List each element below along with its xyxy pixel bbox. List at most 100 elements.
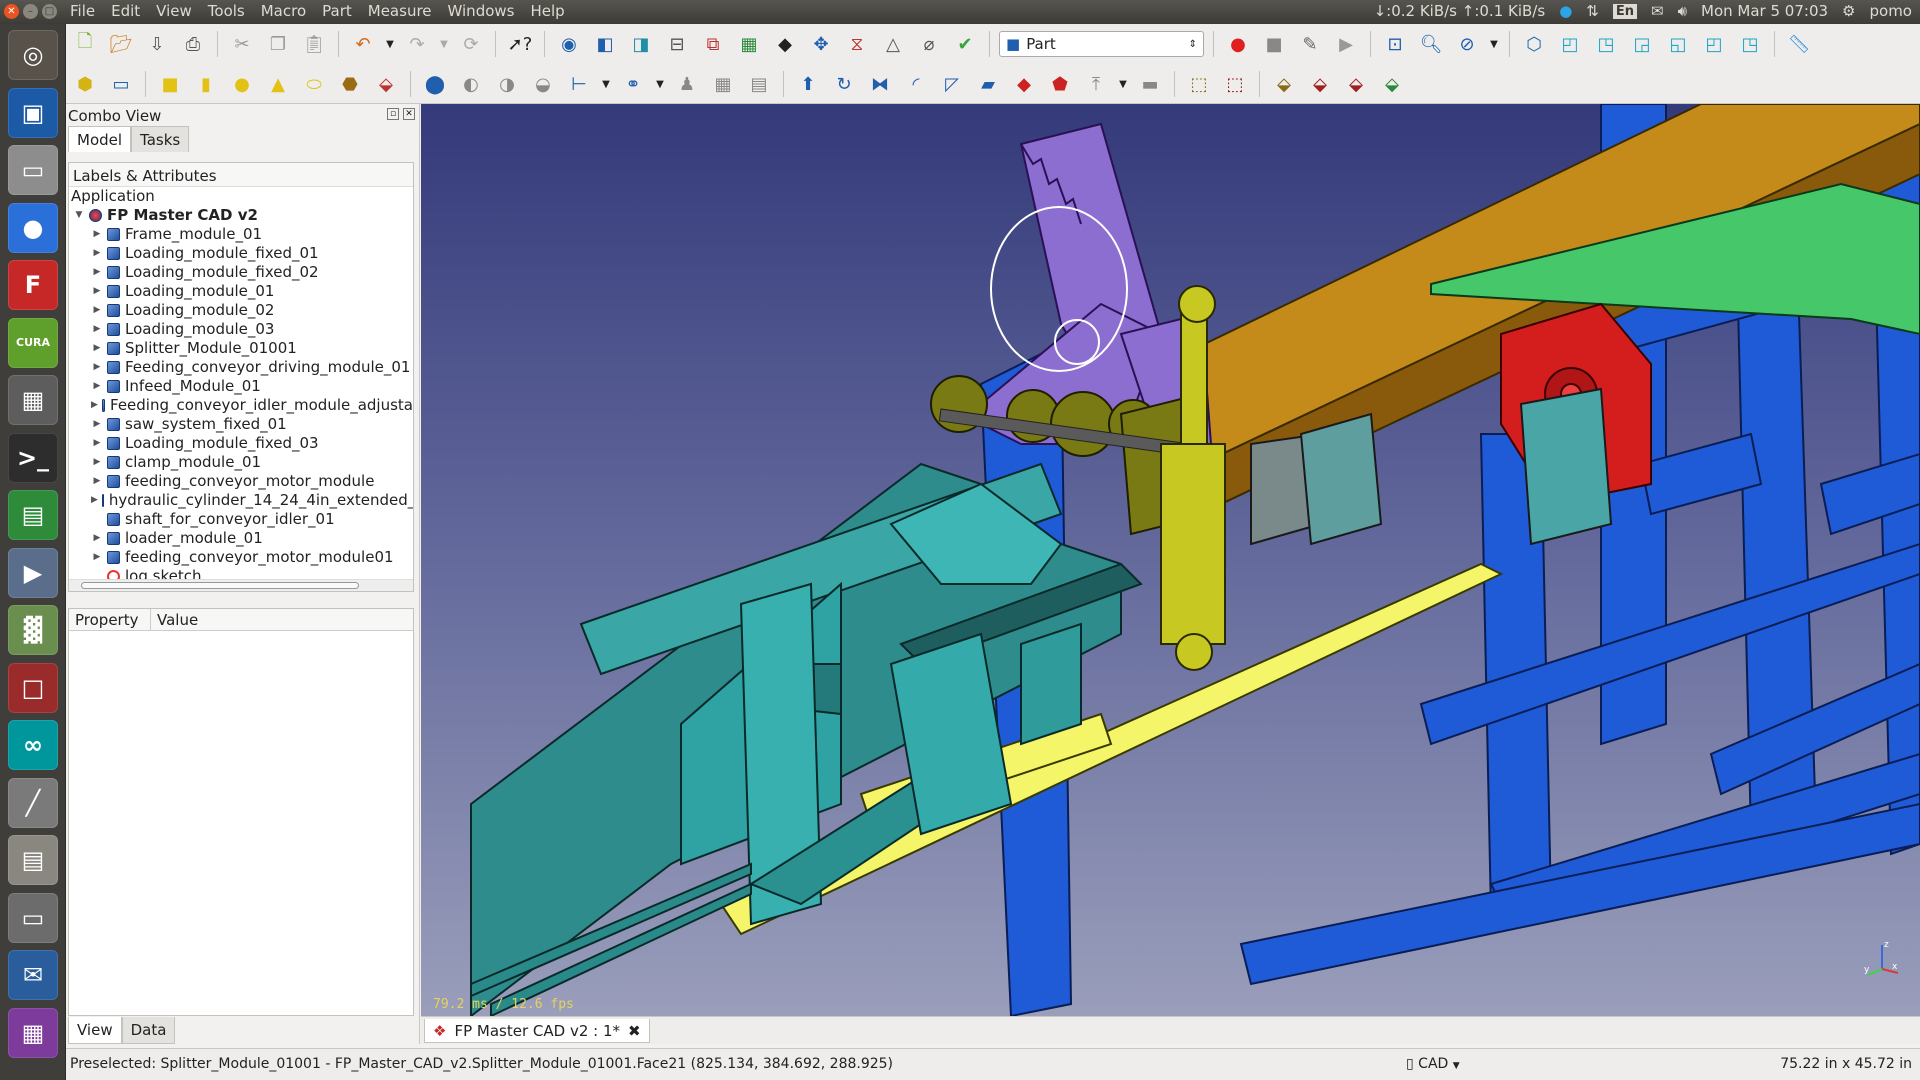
check-icon[interactable]: ✔ <box>950 29 980 59</box>
print-icon[interactable]: ⎙ <box>178 29 208 59</box>
launcher-media[interactable]: ▶ <box>8 547 58 598</box>
chevron-down-icon[interactable]: ▼ <box>1488 29 1500 59</box>
texture-icon[interactable]: ◆ <box>770 29 800 59</box>
box-icon[interactable]: ■ <box>155 69 185 99</box>
whats-this-icon[interactable]: ➚? <box>505 29 535 59</box>
measure-refresh-icon[interactable]: ⬙ <box>1341 69 1371 99</box>
close-icon[interactable]: ✖ <box>628 1022 641 1040</box>
tree-item[interactable]: ▶ feeding_conveyor_motor_module01 <box>69 548 413 567</box>
3d-viewport[interactable]: 79.2 ms / 12.6 fps z x y <box>421 104 1920 1016</box>
chevron-right-icon[interactable]: ▶ <box>91 377 103 396</box>
chevron-right-icon[interactable]: ▶ <box>91 225 103 244</box>
rear-view-icon[interactable]: ◱ <box>1663 29 1693 59</box>
launcher-arduino[interactable]: ∞ <box>8 720 58 770</box>
launcher-disk[interactable]: ▭ <box>8 145 58 195</box>
maximize-window-button[interactable]: □ <box>42 4 57 19</box>
chevron-right-icon[interactable]: ▶ <box>91 434 103 453</box>
link-icon[interactable]: ⌀ <box>914 29 944 59</box>
workbench-selector[interactable]: ■ Part ⇕ <box>999 31 1204 57</box>
chevron-right-icon[interactable]: ▶ <box>91 339 103 358</box>
tree-item[interactable]: ▶ Feeding_conveyor_driving_module_01 <box>69 358 413 377</box>
right-view-icon[interactable]: ◲ <box>1627 29 1657 59</box>
bottom-view-icon[interactable]: ◰ <box>1699 29 1729 59</box>
tree-item[interactable]: ▶ Feeding_conveyor_idler_module_adjusta <box>69 396 413 415</box>
chevron-right-icon[interactable]: ▶ <box>91 244 103 263</box>
measure-angular-icon[interactable]: ⬙ <box>1305 69 1335 99</box>
sync-view-icon[interactable]: ◨ <box>626 29 656 59</box>
redo-icon[interactable]: ↷ <box>402 29 432 59</box>
open-icon[interactable]: 📂︎ <box>106 29 136 59</box>
close-icon[interactable]: ✕ <box>403 108 415 120</box>
measure-icon[interactable]: △ <box>878 29 908 59</box>
menu-measure[interactable]: Measure <box>368 2 432 20</box>
launcher-calculator[interactable]: ▦ <box>8 375 58 425</box>
cone-icon[interactable]: ▲ <box>263 69 293 99</box>
chevron-down-icon[interactable]: ▼ <box>600 69 612 99</box>
skype-icon[interactable]: ● <box>1559 2 1572 20</box>
refresh-icon[interactable]: ⟳ <box>456 29 486 59</box>
projection-icon[interactable]: ⬚ <box>1184 69 1214 99</box>
launcher-image-viewer[interactable]: ▣ <box>8 87 58 138</box>
cut-icon[interactable]: ✂ <box>227 29 257 59</box>
cylinder-icon[interactable]: ▮ <box>191 69 221 99</box>
view-fit-icon[interactable]: ◉ <box>554 29 584 59</box>
tree-item[interactable]: ▶ Loading_module_01 <box>69 282 413 301</box>
fillet-icon[interactable]: ◜ <box>901 69 931 99</box>
chevron-right-icon[interactable]: ▶ <box>91 491 98 510</box>
chevron-right-icon[interactable]: ▶ <box>91 282 103 301</box>
tree-item[interactable]: ▶ Infeed_Module_01 <box>69 377 413 396</box>
tree-item[interactable]: ▶ Loading_module_02 <box>69 301 413 320</box>
document-tab[interactable]: ❖ FP Master CAD v2 : 1* ✖ <box>424 1019 650 1043</box>
make-face-icon[interactable]: ▰ <box>973 69 1003 99</box>
chevron-down-icon[interactable]: ▼ <box>654 69 666 99</box>
launcher-terminal[interactable]: >_ <box>8 432 58 483</box>
tree-item[interactable]: ▶ Frame_module_01 <box>69 225 413 244</box>
run-macro-icon[interactable]: ▶ <box>1331 29 1361 59</box>
transform-icon[interactable]: ⧖ <box>842 29 872 59</box>
shape-builder-icon[interactable]: ⬣ <box>335 69 365 99</box>
ruled-surface-icon[interactable]: ◆ <box>1009 69 1039 99</box>
tree-item[interactable]: ▶ Loading_module_fixed_01 <box>69 244 413 263</box>
grid-icon[interactable]: ▦ <box>734 29 764 59</box>
draw-style-icon[interactable]: ⊘ <box>1452 29 1482 59</box>
mail-icon[interactable]: ✉ <box>1651 2 1664 20</box>
launcher-scanner[interactable]: ▭ <box>8 892 58 943</box>
front-view-icon[interactable]: ◰ <box>1555 29 1585 59</box>
join-icon[interactable]: ⊢ <box>564 69 594 99</box>
loft-icon[interactable]: ⬟ <box>1045 69 1075 99</box>
stop-macro-icon[interactable]: ■ <box>1259 29 1289 59</box>
cad-model-render[interactable] <box>421 104 1920 1016</box>
check-geometry-icon[interactable]: ▦ <box>708 69 738 99</box>
tree-item[interactable]: ▶ Loading_module_fixed_03 <box>69 434 413 453</box>
new-document-icon[interactable]: 🗋 <box>70 29 100 59</box>
sweep-icon[interactable]: ⤒ <box>1081 69 1111 99</box>
tree-item[interactable]: ▶ feeding_conveyor_motor_module <box>69 472 413 491</box>
launcher-app-red[interactable]: □ <box>8 662 58 713</box>
tree-item[interactable]: ▶ Splitter_Module_01001 <box>69 339 413 358</box>
tree-item[interactable]: ▶ hydraulic_cylinder_14_24_4in_extended_ <box>69 491 413 510</box>
fuse-icon[interactable]: ◑ <box>492 69 522 99</box>
chevron-right-icon[interactable]: ▶ <box>91 396 98 415</box>
paste-icon[interactable]: 📋︎ <box>299 29 329 59</box>
undo-icon[interactable]: ↶ <box>348 29 378 59</box>
tree-item[interactable]: ▶ clamp_module_01 <box>69 453 413 472</box>
menu-part[interactable]: Part <box>322 2 352 20</box>
save-icon[interactable]: ⇩ <box>142 29 172 59</box>
mirror-icon[interactable]: ⧓ <box>865 69 895 99</box>
clock[interactable]: Mon Mar 5 07:03 <box>1701 2 1828 20</box>
gear-icon[interactable]: ⚙ <box>1842 2 1855 20</box>
user-name[interactable]: pomo <box>1870 2 1913 20</box>
minimize-window-button[interactable]: – <box>23 4 38 19</box>
fit-all-icon[interactable]: ⊡ <box>1380 29 1410 59</box>
volume-icon[interactable]: 🔊︎ <box>1678 2 1687 20</box>
menu-file[interactable]: File <box>70 2 95 20</box>
launcher-thunderbird[interactable]: ✉ <box>8 950 58 1000</box>
keyboard-layout-indicator[interactable]: En <box>1612 3 1637 19</box>
navigation-style-selector[interactable]: ▯ CAD ▼ <box>1406 1056 1460 1072</box>
section-icon[interactable]: ⬚ <box>1220 69 1250 99</box>
launcher-cura[interactable]: CURA <box>8 317 58 368</box>
tree-item[interactable]: shaft_for_conveyor_idler_01 <box>69 510 413 529</box>
tree-horizontal-scrollbar[interactable] <box>69 579 413 591</box>
chamfer-icon[interactable]: ◸ <box>937 69 967 99</box>
revolve-icon[interactable]: ↻ <box>829 69 859 99</box>
